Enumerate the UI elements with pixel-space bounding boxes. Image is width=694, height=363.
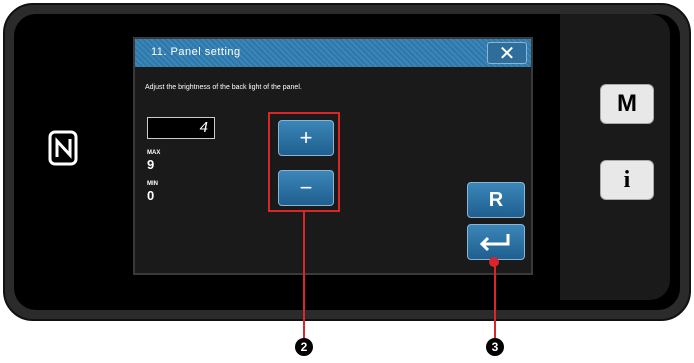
min-label: MIN — [147, 181, 158, 187]
max-label: MAX — [147, 150, 161, 156]
info-button-label: i — [623, 166, 631, 193]
callout-3: 3 — [486, 338, 504, 356]
brightness-value-field: 4 — [147, 117, 215, 139]
close-icon: ✕ — [498, 42, 516, 65]
side-panel — [560, 14, 670, 300]
reset-button[interactable]: R — [467, 182, 525, 218]
enter-button[interactable] — [467, 224, 525, 260]
info-button[interactable]: i — [600, 160, 654, 200]
reset-button-label: R — [488, 188, 504, 211]
mode-button-label: M — [617, 90, 637, 117]
enter-icon — [479, 234, 510, 252]
nfc-icon — [48, 130, 78, 166]
max-value: 9 — [147, 157, 155, 172]
callout-dot-3 — [489, 257, 499, 267]
callout-line-2 — [303, 212, 305, 340]
dialog-title: 11. Panel setting — [151, 46, 241, 58]
dialog-titlebar: 11. Panel setting ✕ — [135, 39, 531, 67]
close-button[interactable]: ✕ — [487, 42, 527, 65]
callout-line-3 — [494, 262, 496, 338]
callout-2: 2 — [295, 338, 313, 356]
description-text: Adjust the brightness of the back light … — [145, 84, 302, 91]
plus-minus-highlight — [268, 112, 340, 212]
mode-button[interactable]: M — [600, 84, 654, 124]
min-value: 0 — [147, 188, 155, 203]
